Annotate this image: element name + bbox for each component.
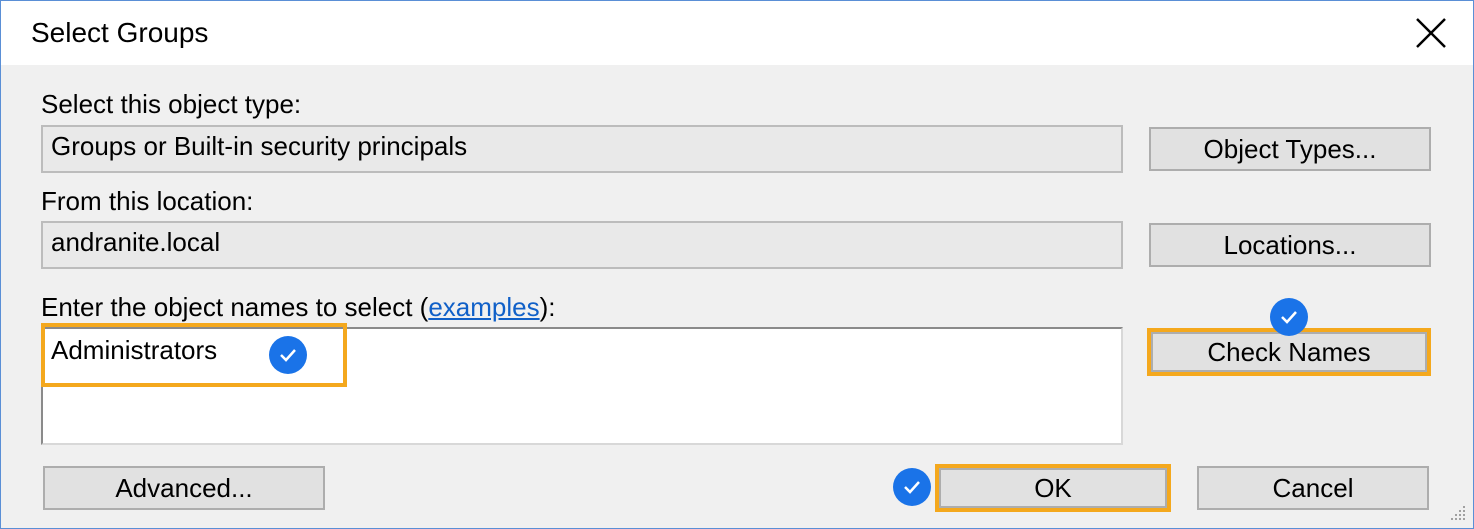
close-icon	[1416, 18, 1446, 48]
close-button[interactable]	[1411, 13, 1451, 53]
cancel-button[interactable]: Cancel	[1197, 466, 1429, 510]
dialog-title: Select Groups	[31, 17, 209, 48]
location-field: andranite.local	[41, 221, 1123, 269]
object-names-label: Enter the object names to select (exampl…	[41, 292, 555, 323]
object-names-label-prefix: Enter the object names to select (	[41, 292, 429, 322]
select-groups-dialog: Select Groups Select this object type: G…	[0, 0, 1474, 529]
location-label: From this location:	[41, 186, 254, 216]
names-check-badge	[269, 336, 307, 374]
object-type-label: Select this object type:	[41, 89, 302, 119]
resize-grip-icon[interactable]	[1449, 504, 1467, 522]
examples-link[interactable]: examples	[428, 292, 539, 322]
locations-button[interactable]: Locations...	[1149, 223, 1431, 267]
checkmark-icon	[1281, 311, 1297, 324]
check-names-badge	[1270, 298, 1308, 336]
title-bar: Select Groups	[1, 1, 1473, 65]
ok-check-badge	[893, 468, 931, 506]
object-type-field: Groups or Built-in security principals	[41, 125, 1123, 173]
object-names-label-suffix: ):	[539, 292, 556, 322]
object-types-button[interactable]: Object Types...	[1149, 127, 1431, 171]
checkmark-icon	[904, 481, 920, 494]
checkmark-icon	[280, 349, 296, 362]
ok-highlight	[935, 464, 1171, 512]
advanced-button[interactable]: Advanced...	[43, 466, 325, 510]
